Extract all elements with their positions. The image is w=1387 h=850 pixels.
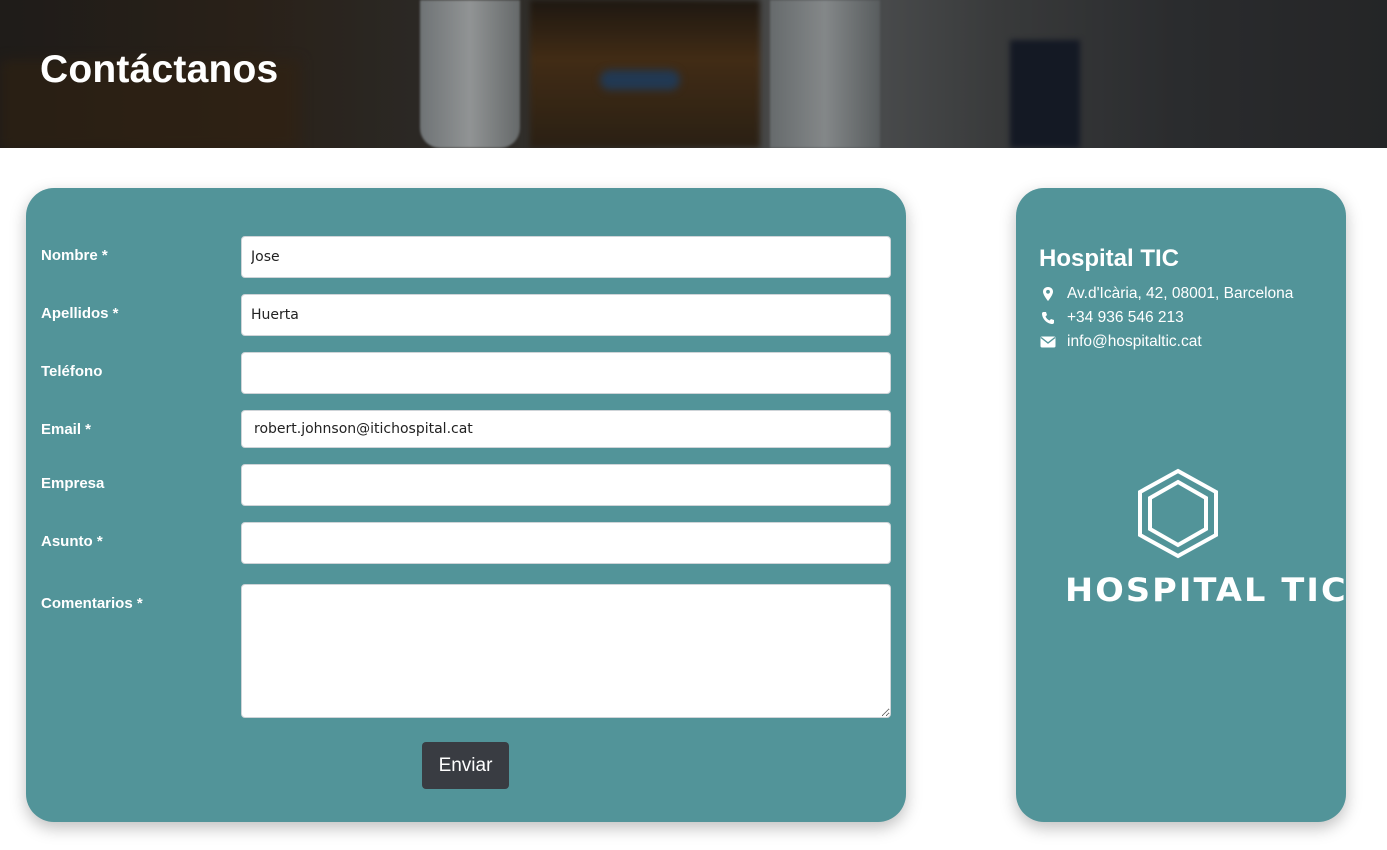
phone-text: +34 936 546 213 bbox=[1067, 309, 1184, 326]
phone-line: +34 936 546 213 bbox=[1039, 308, 1184, 328]
apellidos-input[interactable] bbox=[241, 294, 891, 336]
email-line: info@hospitaltic.cat bbox=[1039, 332, 1202, 352]
telefono-label: Teléfono bbox=[41, 363, 103, 380]
contact-form: Nombre * Apellidos * Teléfono Email * Em… bbox=[26, 188, 906, 822]
comentarios-textarea[interactable] bbox=[241, 584, 891, 718]
empresa-input[interactable] bbox=[241, 464, 891, 506]
asunto-label: Asunto * bbox=[41, 533, 103, 550]
address-text: Av.d'Icària, 42, 08001, Barcelona bbox=[1067, 285, 1294, 302]
logo-text: HOSPITAL TIC bbox=[1065, 571, 1348, 609]
phone-icon bbox=[1039, 310, 1057, 326]
info-title: Hospital TIC bbox=[1039, 245, 1180, 272]
nombre-label: Nombre * bbox=[41, 247, 108, 264]
nombre-input[interactable] bbox=[241, 236, 891, 278]
hospital-tic-logo-icon bbox=[1138, 468, 1218, 559]
hero-banner: Contáctanos bbox=[0, 0, 1387, 148]
apellidos-label: Apellidos * bbox=[41, 305, 119, 322]
contact-info-card: Hospital TIC Av.d'Icària, 42, 08001, Bar… bbox=[1016, 188, 1346, 822]
map-marker-icon bbox=[1039, 286, 1057, 302]
email-label: Email * bbox=[41, 421, 92, 438]
address-line: Av.d'Icària, 42, 08001, Barcelona bbox=[1039, 284, 1293, 304]
page-title: Contáctanos bbox=[40, 48, 279, 91]
email-input[interactable] bbox=[241, 410, 891, 448]
asunto-input[interactable] bbox=[241, 522, 891, 564]
enviar-button[interactable]: Enviar bbox=[422, 742, 509, 789]
comentarios-label: Comentarios * bbox=[41, 595, 143, 612]
telefono-input[interactable] bbox=[241, 352, 891, 394]
envelope-icon bbox=[1039, 334, 1057, 350]
empresa-label: Empresa bbox=[41, 475, 105, 492]
email-text[interactable]: info@hospitaltic.cat bbox=[1067, 333, 1202, 351]
